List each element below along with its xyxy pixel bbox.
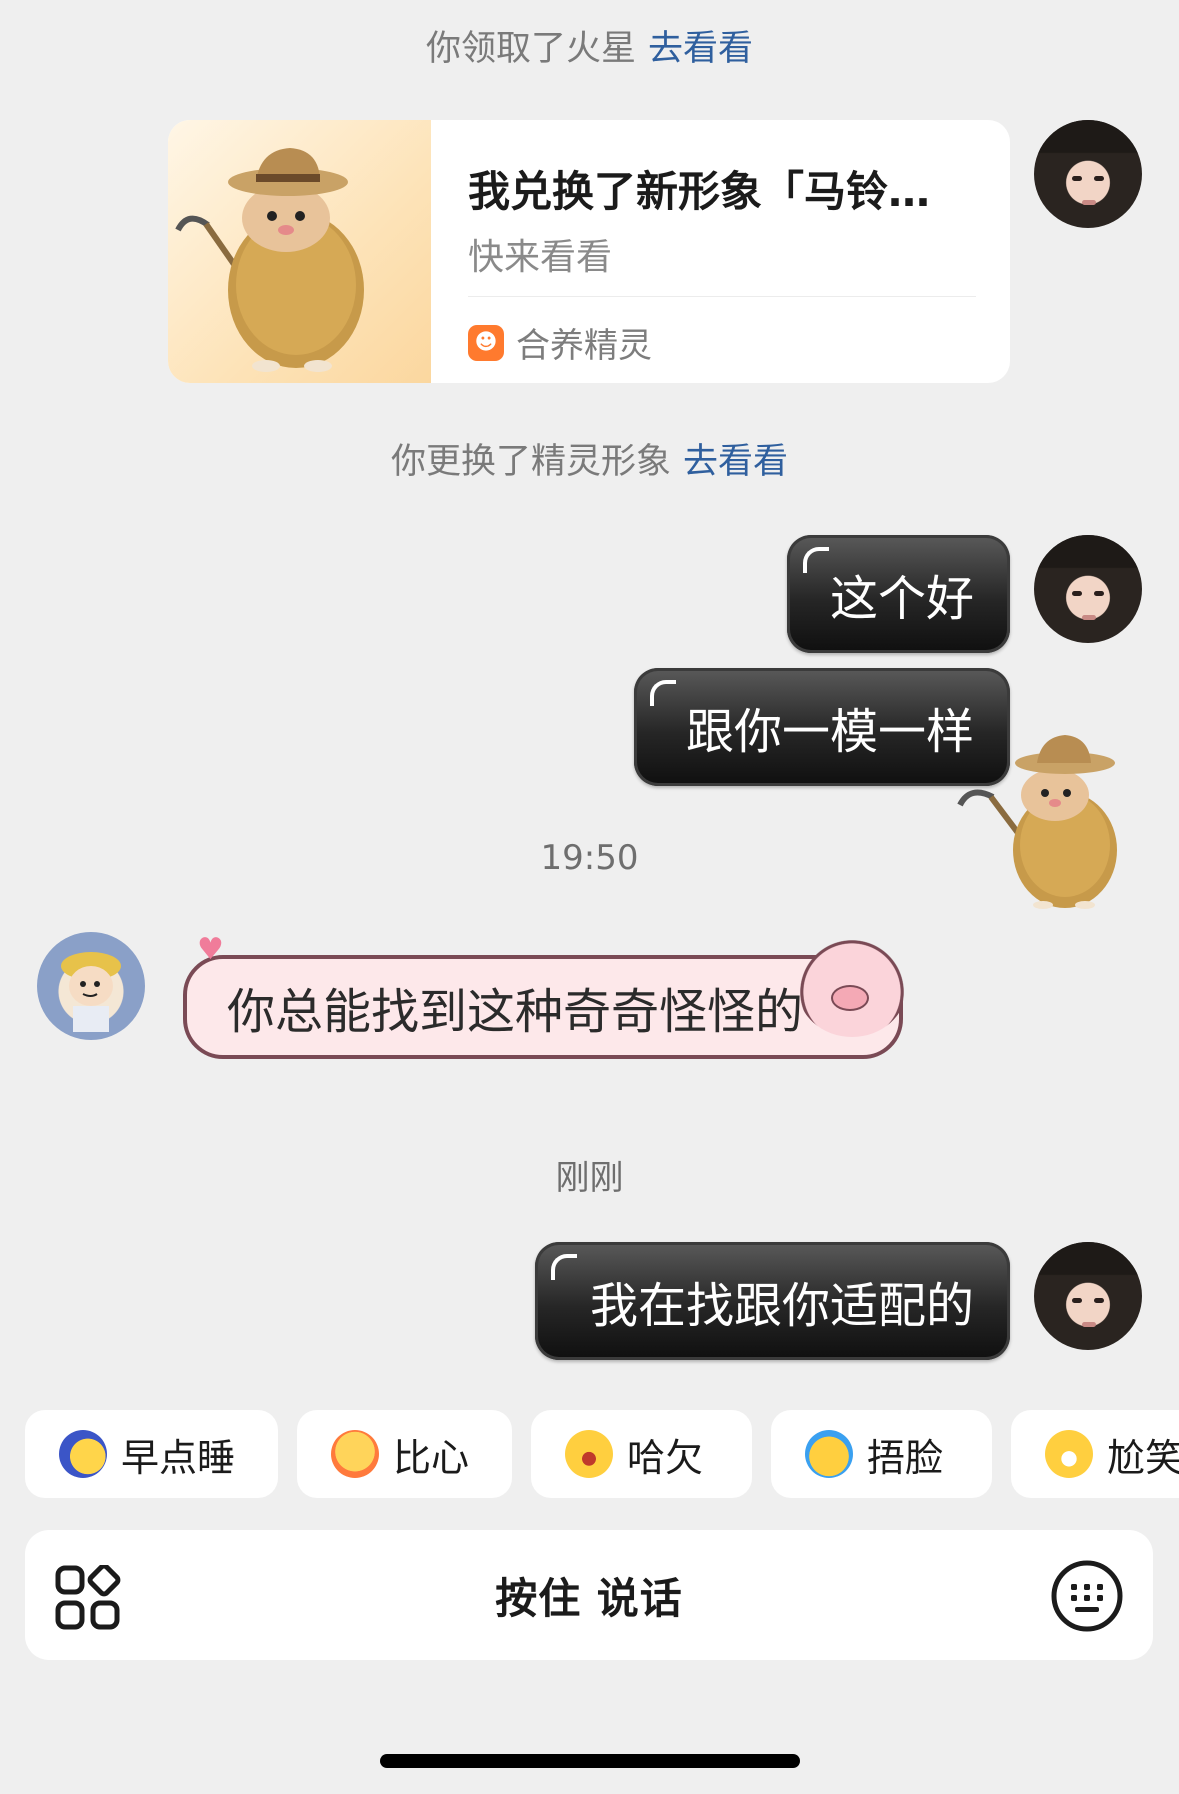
message-text: 我在找跟你适配的 — [589, 1278, 974, 1334]
sleepy-moon-emoji-icon — [59, 1430, 107, 1478]
message-text: 你总能找到这种奇奇怪怪的 — [227, 984, 804, 1040]
quick-reply-label: 哈欠 — [627, 1435, 704, 1480]
heart-icon: ♥ — [197, 932, 224, 967]
app-name: 合养精灵 — [516, 326, 652, 366]
keyboard-icon[interactable] — [1051, 1560, 1123, 1632]
view-link[interactable]: 去看看 — [683, 442, 788, 482]
quick-reply-heart[interactable]: 比心 — [297, 1410, 512, 1498]
my-avatar[interactable] — [1034, 1242, 1142, 1350]
pet-hamster-sticker — [957, 735, 1117, 909]
system-notice: 你更换了精灵形象 去看看 — [0, 433, 1179, 484]
quick-reply-awkward[interactable]: 尬笑 — [1011, 1410, 1179, 1498]
message-bubble-outgoing[interactable]: 这个好 — [787, 535, 1010, 653]
message-bubble-outgoing[interactable]: 我在找跟你适配的 — [535, 1242, 1010, 1360]
input-bar: 按住 说话 — [25, 1530, 1153, 1660]
quick-reply-label: 比心 — [393, 1435, 470, 1480]
heart-hands-emoji-icon — [331, 1430, 379, 1478]
cartoon-boy-avatar — [61, 952, 121, 1032]
timestamp: 刚刚 — [555, 1158, 624, 1198]
potato-hamster-image — [175, 148, 364, 372]
contact-avatar[interactable] — [37, 932, 145, 1040]
quick-reply-facepalm[interactable]: 捂脸 — [771, 1410, 992, 1498]
quick-reply-label: 尬笑 — [1107, 1435, 1179, 1480]
yawn-emoji-icon — [565, 1430, 613, 1478]
message-bubble-incoming[interactable]: ♥ 你总能找到这种奇奇怪怪的 — [183, 935, 907, 1059]
home-indicator[interactable] — [380, 1754, 800, 1768]
quick-reply-label: 早点睡 — [121, 1435, 236, 1480]
my-avatar[interactable] — [1034, 535, 1142, 643]
card-thumbnail — [168, 120, 431, 383]
app-icon: ☻ — [468, 324, 504, 361]
card-subtitle: 快来看看 — [468, 237, 613, 278]
system-notice: 你领取了火星 去看看 — [0, 20, 1179, 71]
message-bubble-outgoing[interactable]: 跟你一模一样 — [634, 668, 1010, 786]
view-link[interactable]: 去看看 — [648, 29, 753, 69]
my-avatar[interactable] — [1034, 120, 1142, 228]
pig-snout-icon — [831, 985, 869, 1011]
card-app-source: ☻ 合养精灵 — [468, 318, 652, 367]
card-title: 我兑换了新形象「马铃… — [468, 167, 931, 216]
timestamp: 19:50 — [540, 838, 639, 878]
quick-reply-sleep[interactable]: 早点睡 — [25, 1410, 278, 1498]
awkward-smile-emoji-icon — [1045, 1430, 1093, 1478]
system-notice-text: 你更换了精灵形象 — [390, 442, 671, 482]
hold-to-talk-button[interactable]: 按住 说话 — [25, 1530, 1153, 1660]
message-text: 这个好 — [829, 571, 974, 627]
quick-reply-label: 捂脸 — [867, 1435, 944, 1480]
facepalm-emoji-icon — [805, 1430, 853, 1478]
message-text: 跟你一模一样 — [685, 704, 974, 760]
system-notice-text: 你领取了火星 — [425, 29, 636, 69]
quick-reply-yawn[interactable]: 哈欠 — [531, 1410, 752, 1498]
card-divider — [468, 296, 976, 297]
share-card[interactable]: 我兑换了新形象「马铃… 快来看看 ☻ 合养精灵 — [168, 120, 1010, 383]
